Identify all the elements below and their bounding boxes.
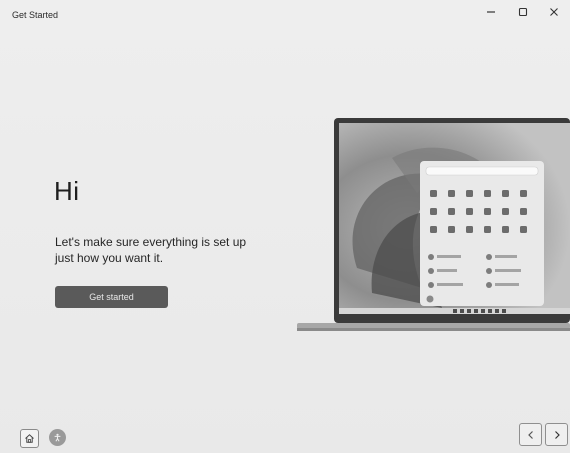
chevron-left-icon: [527, 430, 533, 439]
get-started-button[interactable]: Get started: [55, 286, 168, 308]
laptop-base-edge: [297, 328, 570, 331]
accessibility-icon: [54, 433, 61, 442]
chevron-right-icon: [554, 430, 560, 439]
hero-subtitle: Let's make sure everything is set up jus…: [55, 235, 247, 265]
back-button[interactable]: [519, 423, 542, 446]
window-title: Get Started: [12, 10, 59, 20]
start-menu-search: [425, 166, 539, 176]
minimize-button[interactable]: [474, 0, 508, 24]
close-icon: [550, 8, 558, 16]
user-avatar: [426, 295, 434, 303]
close-button[interactable]: [537, 0, 570, 24]
home-button[interactable]: [20, 429, 39, 448]
laptop-illustration: [297, 118, 570, 331]
get-started-window: Get Started Hi Let's make sure everythin…: [0, 0, 570, 453]
next-button[interactable]: [545, 423, 568, 446]
accessibility-button[interactable]: [49, 429, 66, 446]
minimize-icon: [487, 11, 495, 13]
title-bar: Get Started: [0, 0, 570, 26]
home-icon: [25, 434, 34, 443]
maximize-icon: [518, 7, 528, 17]
hero-title: Hi: [54, 176, 80, 206]
maximize-button[interactable]: [506, 0, 540, 24]
